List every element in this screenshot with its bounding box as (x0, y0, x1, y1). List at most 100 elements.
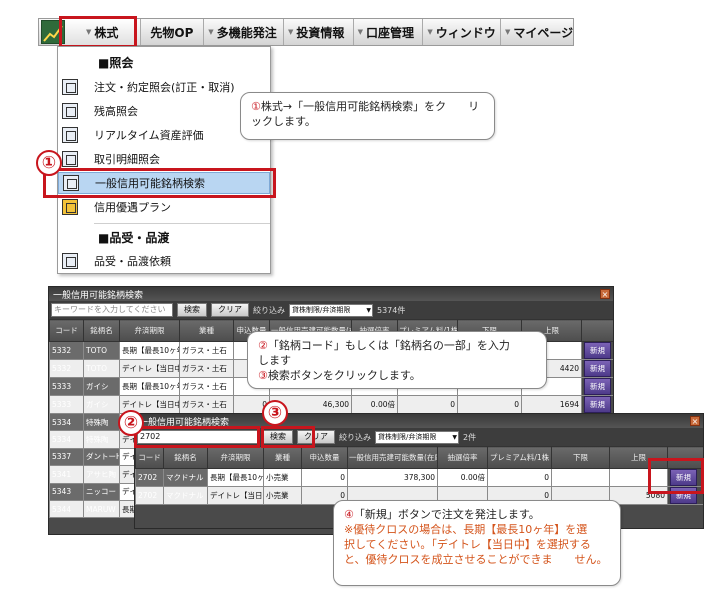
orders-icon (62, 79, 78, 95)
dropdown-item-delivery-request[interactable]: 品受・品渡依頼 (58, 250, 270, 272)
dropdown-item-orders[interactable]: 注文・約定照会(訂正・取消) (58, 76, 270, 98)
menu-arrow-icon: ▼ (357, 28, 364, 36)
cell-btn: 新規 (581, 359, 613, 378)
dropdown-divider (94, 223, 270, 224)
clear-button[interactable]: クリア (211, 303, 249, 317)
menu-arrow-icon: ▼ (208, 28, 214, 36)
cell-code: 2702 (135, 468, 164, 487)
cell-low: 0 (457, 395, 522, 414)
cell-code: 5334 (49, 412, 84, 432)
cell-code: 5332 (49, 359, 84, 378)
step-badge-2: ② (118, 410, 144, 436)
cell-name: ガイシ (83, 395, 120, 414)
callout-step1: ①株式→「一般信用可能銘柄検索」をク リックします。 (240, 92, 495, 140)
column-header[interactable]: 銘柄名 (163, 446, 208, 469)
cell-code: 5334 (49, 430, 84, 449)
cell-code: 5337 (49, 447, 84, 467)
column-header[interactable]: コード (135, 446, 164, 469)
cell-ind: 小売業 (263, 486, 302, 505)
transactions-icon (62, 151, 78, 167)
cell-name: 特殊陶 (83, 430, 120, 449)
column-header[interactable]: 業種 (179, 319, 234, 342)
column-header[interactable]: 銘柄名 (83, 319, 120, 342)
new-order-button[interactable]: 新規 (584, 396, 611, 413)
cell-code: 5341 (49, 465, 84, 484)
result-count: 2件 (463, 432, 477, 442)
menu-multi-order[interactable]: ▼ 多機能発注 (204, 19, 284, 45)
filter-select[interactable]: 貸株制限/弁済期限 (289, 303, 373, 317)
new-order-button[interactable]: 新規 (584, 360, 611, 377)
cell-btn: 新規 (581, 395, 613, 414)
step-badge-1: ① (36, 150, 62, 176)
cell-high: 1694 (521, 395, 582, 414)
new-order-button[interactable]: 新規 (584, 378, 611, 395)
cell-low (551, 468, 610, 487)
highlight-keyword-input (134, 426, 260, 448)
balance-icon (62, 103, 78, 119)
menu-futures-op[interactable]: 先物OP (141, 19, 205, 45)
keyword-input[interactable]: キーワードを入力してください (51, 303, 173, 317)
column-header[interactable]: 弁済期限 (119, 319, 180, 342)
highlight-margin-search (43, 168, 276, 198)
close-icon[interactable]: × (600, 289, 610, 299)
window-title: 一般信用可能銘柄検索 (53, 290, 144, 301)
cell-ind: ガラス・土石 (179, 341, 234, 360)
menu-arrow-icon: ▼ (427, 28, 433, 36)
dropdown-section-delivery: ■品受・品渡 (98, 231, 170, 245)
column-header[interactable]: プレミアム料/1株 (487, 446, 552, 469)
column-header[interactable]: コード (49, 319, 84, 342)
kabushiki-dropdown: ■照会 注文・約定照会(訂正・取消) 残高照会 リアルタイム資産評価 取引明細照… (57, 46, 271, 274)
cell-name: ニッコー (83, 482, 120, 501)
new-order-button[interactable]: 新規 (584, 342, 611, 359)
cell-ratio: 0.00倍 (437, 468, 488, 487)
column-header[interactable]: 業種 (263, 446, 302, 469)
menu-arrow-icon: ▼ (505, 28, 511, 36)
menu-arrow-icon: ▼ (287, 28, 294, 36)
cell-code: 5333 (49, 395, 84, 414)
menu-window[interactable]: ▼ ウィンドウ (423, 19, 502, 45)
cell-ind: ガラス・土石 (179, 377, 234, 396)
delivery-icon (62, 253, 78, 269)
filter-select[interactable]: 貸株制限/弁済期限 (375, 430, 459, 444)
column-header[interactable]: 弁済期限 (207, 446, 264, 469)
search-button[interactable]: 検索 (177, 303, 207, 317)
cell-ind: 小売業 (263, 468, 302, 487)
column-header[interactable] (581, 319, 613, 342)
filter-label: 絞り込み (253, 305, 285, 315)
assets-icon (62, 127, 78, 143)
dropdown-section-inquiry: ■照会 (98, 56, 134, 70)
dropdown-item-margin-plan[interactable]: 信用優遇プラン (58, 196, 270, 218)
cell-term: 長期【最長10ヶ年 (119, 377, 180, 396)
cell-name: TOTO (83, 341, 120, 360)
table-row[interactable]: 2702マクドナル長期【最長10ヶ年小売業0378,3000.00倍0新規 (135, 468, 703, 487)
column-header[interactable]: 抽選倍率 (437, 446, 488, 469)
cell-ind: ガラス・土石 (179, 359, 234, 378)
cell-term: 長期【最長10ヶ年 (207, 468, 264, 487)
dropdown-item-balance[interactable]: 残高照会 (58, 100, 270, 122)
column-header[interactable]: 申込数量 (301, 446, 348, 469)
dropdown-item-realtime-assets[interactable]: リアルタイム資産評価 (58, 124, 270, 146)
filtered-results-table: コード銘柄名弁済期限業種申込数量一般信用売建可能数量(在庫株数量)(株(口))抽… (135, 446, 703, 505)
column-header[interactable]: 一般信用売建可能数量(在庫株数量)(株(口)) (347, 446, 438, 469)
highlight-kabushiki (59, 16, 137, 48)
cell-prem: 0 (397, 395, 458, 414)
dropdown-item-transactions[interactable]: 取引明細照会 (58, 148, 270, 170)
cell-term: デイトレ【当日中】 (119, 359, 180, 378)
table-header-row: コード銘柄名弁済期限業種申込数量一般信用売建可能数量(在庫株数量)(株(口))抽… (135, 446, 703, 469)
cell-term: デイトレ【当日中】 (207, 486, 264, 505)
medal-icon (62, 199, 78, 215)
column-header[interactable]: 下限 (551, 446, 610, 469)
cell-prem: 0 (487, 468, 552, 487)
menu-account[interactable]: ▼ 口座管理 (354, 19, 424, 45)
menu-mypage[interactable]: ▼ マイページ (501, 19, 573, 45)
menu-investment-info[interactable]: ▼ 投資情報 (284, 19, 354, 45)
cell-name: マクドナル (163, 486, 208, 505)
cell-code: 2702 (135, 486, 164, 505)
filter-label: 絞り込み (339, 432, 371, 442)
cell-ratio: 0.00倍 (351, 395, 398, 414)
cell-code: 5343 (49, 482, 84, 501)
close-icon[interactable]: × (690, 416, 700, 426)
cell-name: アサヒ陶 (83, 465, 120, 484)
cell-name: MARUW (83, 499, 120, 519)
cell-name: TOTO (83, 359, 120, 378)
